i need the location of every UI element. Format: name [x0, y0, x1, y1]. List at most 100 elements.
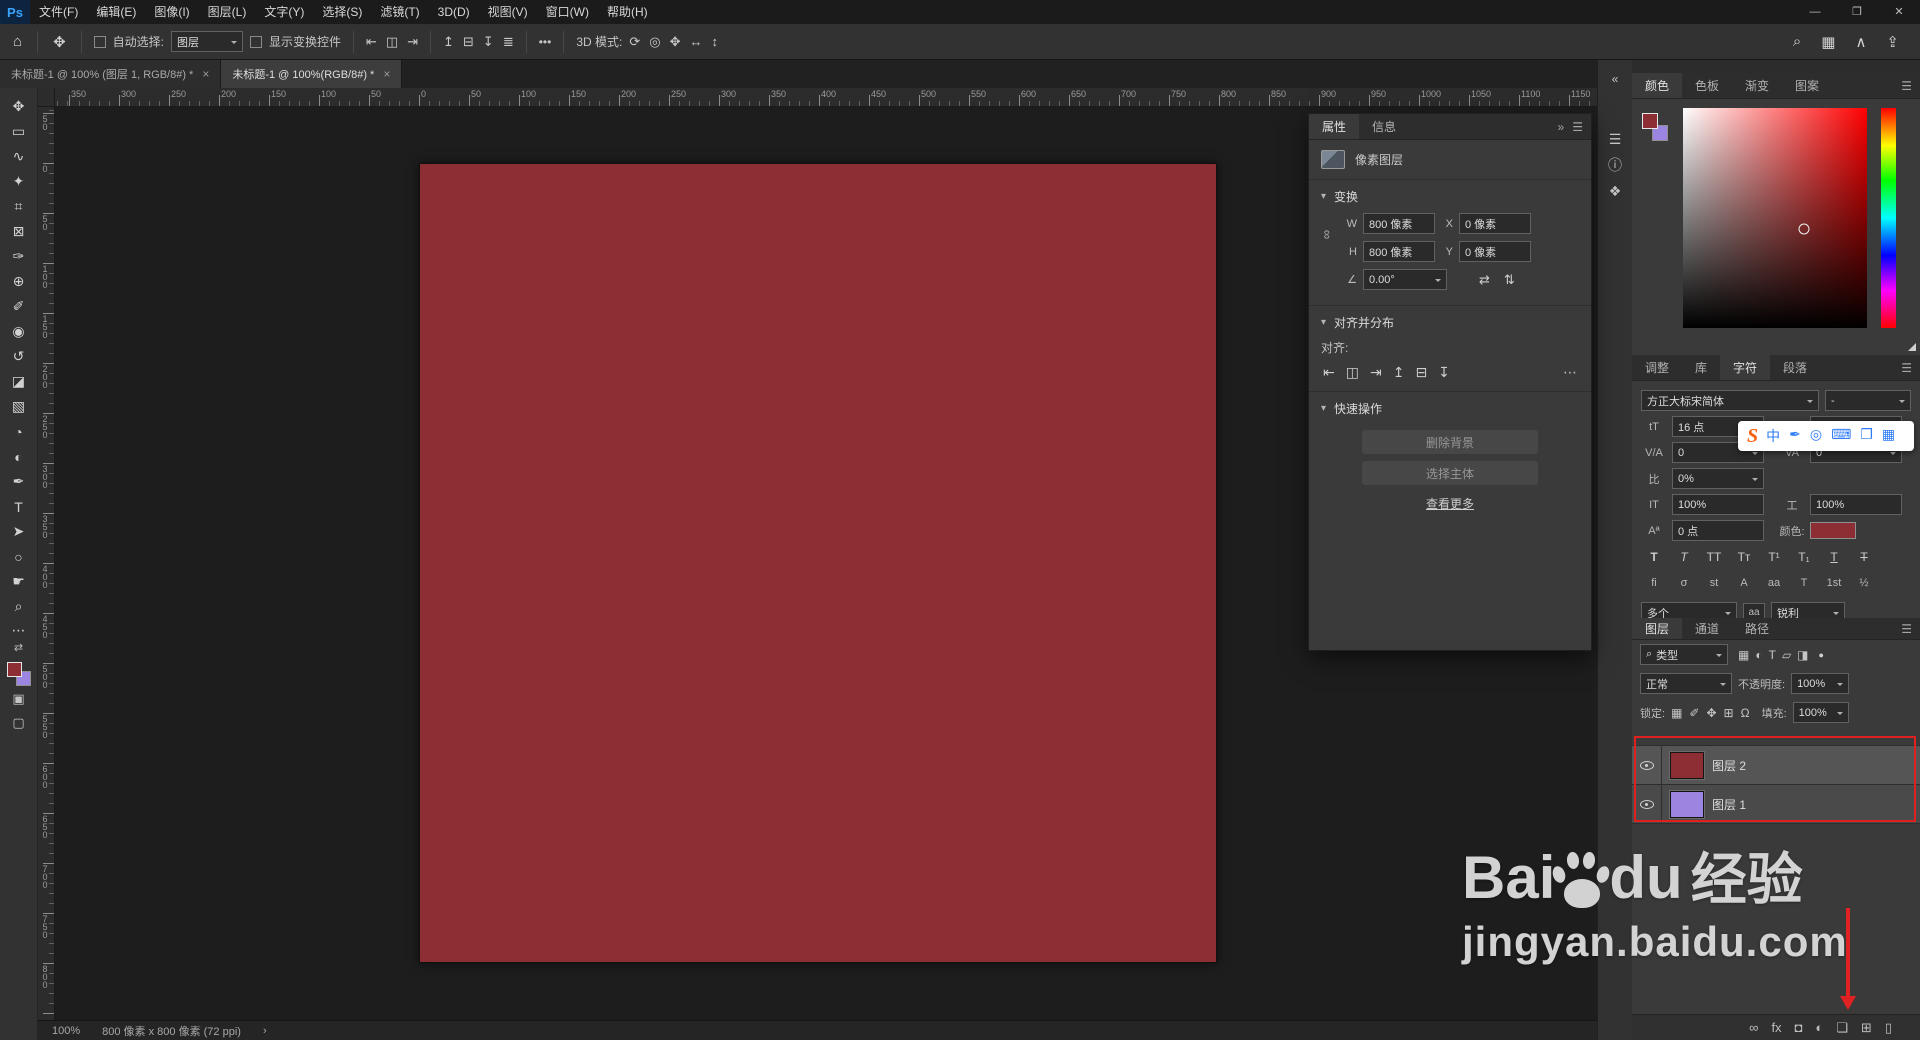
panel-tab[interactable]: 颜色 [1632, 73, 1683, 98]
menu-item[interactable]: 图像(I) [145, 0, 198, 24]
spot-healing-brush-tool[interactable]: ⊕ [4, 269, 34, 294]
chevron-icon[interactable]: ∧ [1852, 33, 1869, 51]
foreground-color-swatch[interactable] [1642, 113, 1658, 129]
font-family-dropdown[interactable]: 方正大标宋简体 [1641, 390, 1819, 411]
rotation-dropdown[interactable]: 0.00° [1363, 269, 1447, 290]
link-dimensions-icon[interactable]: ∞ [1320, 230, 1335, 239]
clone-stamp-tool[interactable]: ◉ [4, 319, 34, 344]
y-field[interactable]: 0 像素 [1459, 241, 1531, 262]
3d-scale-icon[interactable]: ↕ [712, 34, 719, 49]
underline-icon[interactable]: T [1821, 547, 1847, 567]
add-layer-mask-icon[interactable]: ◘ [1795, 1020, 1803, 1035]
layer-style-icon[interactable]: fx [1771, 1020, 1781, 1035]
blend-mode-dropdown[interactable]: 正常 [1640, 673, 1732, 694]
flip-vertical-icon[interactable]: ⇅ [1504, 272, 1515, 288]
voice-input-icon[interactable]: ◎ [1810, 426, 1822, 446]
panel-tab[interactable]: 调整 [1632, 355, 1682, 380]
quick-selection-tool[interactable]: ✦ [4, 169, 34, 194]
workspace-switcher-icon[interactable]: ▦ [1818, 33, 1838, 51]
fill-dropdown[interactable]: 100% [1792, 702, 1849, 723]
collapse-panel-icon[interactable]: » [1558, 120, 1565, 134]
lock-position-icon[interactable]: ✥ [1706, 706, 1716, 720]
layer-thumbnail[interactable] [1669, 750, 1705, 780]
align-middle-vertical-icon[interactable]: ⊟ [463, 34, 474, 50]
align-center-horizontal-icon[interactable]: ◫ [1346, 364, 1359, 381]
panel-menu-icon[interactable]: ☰ [1572, 120, 1583, 134]
menu-item[interactable]: 编辑(E) [87, 0, 145, 24]
panel-tab[interactable]: 属性 [1309, 114, 1360, 139]
move-tool[interactable]: ✥ [4, 94, 34, 119]
panel-menu-icon[interactable]: ☰ [1901, 79, 1912, 93]
align-right-icon[interactable]: ⇥ [407, 34, 418, 50]
frame-tool[interactable]: ⊠ [4, 219, 34, 244]
lasso-tool[interactable]: ∿ [4, 144, 34, 169]
show-transform-checkbox[interactable] [249, 35, 262, 48]
section-collapse-icon[interactable]: ▾ [1321, 191, 1326, 202]
see-more-link[interactable]: 查看更多 [1309, 495, 1591, 512]
layer-visibility-icon[interactable] [1632, 785, 1662, 823]
quick-mask-icon[interactable]: ▣ [4, 687, 34, 711]
menu-item[interactable]: 帮助(H) [598, 0, 657, 24]
tab-close-icon[interactable]: × [202, 67, 209, 81]
hue-slider[interactable] [1881, 108, 1896, 328]
panel-tab[interactable]: 图案 [1782, 73, 1832, 98]
chinese-mode-icon[interactable]: 中 [1766, 426, 1780, 446]
path-selection-tool[interactable]: ➤ [4, 519, 34, 544]
select-subject-button[interactable]: 选择主体 [1362, 461, 1538, 485]
panel-tab[interactable]: 信息 [1359, 114, 1409, 139]
close-button[interactable]: ✕ [1878, 0, 1920, 24]
restore-button[interactable]: ❐ [1836, 0, 1878, 24]
hand-tool[interactable]: ☛ [4, 569, 34, 594]
filter-shape-layers-icon[interactable]: ▱ [1782, 648, 1791, 662]
filter-smart-objects-icon[interactable]: ◨ [1797, 648, 1808, 662]
3d-slide-icon[interactable]: ↔ [690, 34, 703, 49]
auto-select-checkbox[interactable] [93, 35, 106, 48]
lock-artboard-icon[interactable]: ⊞ [1724, 706, 1734, 720]
panel-resize-grip[interactable] [1908, 343, 1916, 351]
edit-toolbar-icon[interactable]: ⋯ [4, 619, 34, 641]
section-collapse-icon[interactable]: ▾ [1321, 317, 1326, 328]
minimize-button[interactable]: — [1794, 0, 1836, 24]
all-caps-icon[interactable]: TT [1701, 547, 1727, 567]
align-left-icon[interactable]: ⇤ [366, 34, 377, 50]
3d-roll-icon[interactable]: ◎ [649, 34, 660, 50]
panel-menu-icon[interactable]: ☰ [1901, 622, 1912, 636]
align-middle-vertical-icon[interactable]: ⊟ [1415, 364, 1427, 381]
color-picker-cursor[interactable] [1798, 223, 1810, 235]
sogou-logo-icon[interactable]: S [1747, 425, 1758, 448]
search-icon[interactable]: ⌕ [1790, 33, 1804, 50]
zoom-tool[interactable]: ⌕ [4, 594, 34, 619]
standard-ligatures-icon[interactable]: st [1701, 573, 1727, 593]
3d-orbit-icon[interactable]: ⟳ [629, 34, 640, 50]
remove-background-button[interactable]: 删除背景 [1362, 430, 1538, 454]
ordinal-icon[interactable]: 1st [1821, 573, 1847, 593]
section-collapse-icon[interactable]: ▾ [1321, 403, 1326, 414]
align-right-icon[interactable]: ⇥ [1370, 364, 1382, 381]
tab-close-icon[interactable]: × [383, 67, 390, 81]
rectangular-marquee-tool[interactable]: ▭ [4, 119, 34, 144]
status-chevron-icon[interactable]: › [263, 1025, 267, 1037]
swash-icon[interactable]: σ [1671, 573, 1697, 593]
strikethrough-icon[interactable]: T [1851, 547, 1877, 567]
lock-all-icon[interactable]: Ω [1741, 706, 1750, 720]
align-top-icon[interactable]: ↥ [443, 34, 454, 50]
menu-item[interactable]: 视图(V) [479, 0, 537, 24]
panel-tab[interactable]: 色板 [1682, 73, 1732, 98]
canvas-document[interactable] [419, 163, 1217, 963]
eyedropper-tool[interactable]: ✑ [4, 244, 34, 269]
soft-keyboard-icon[interactable]: ⌨ [1831, 426, 1851, 446]
new-adjustment-layer-icon[interactable]: ◐ [1815, 1020, 1823, 1035]
titling-alternates-icon[interactable]: A [1731, 573, 1757, 593]
panel-tab[interactable]: 路径 [1732, 618, 1782, 639]
home-icon[interactable]: ⌂ [10, 33, 25, 50]
faux-bold-icon[interactable]: T [1641, 547, 1667, 567]
layer-filter-dropdown[interactable]: ⌕ 类型 [1640, 644, 1728, 665]
panel-tab[interactable]: 字符 [1720, 355, 1771, 380]
3d-pan-icon[interactable]: ✥ [670, 34, 681, 50]
collapse-panels-icon[interactable]: « [1602, 66, 1628, 92]
new-group-icon[interactable]: ❏ [1836, 1020, 1848, 1036]
move-tool-preset-icon[interactable]: ✥ [50, 33, 69, 51]
fractions-icon[interactable]: ½ [1851, 573, 1877, 593]
punctuation-icon[interactable]: ✒ [1789, 426, 1801, 446]
panel-tab[interactable]: 段落 [1770, 355, 1820, 380]
